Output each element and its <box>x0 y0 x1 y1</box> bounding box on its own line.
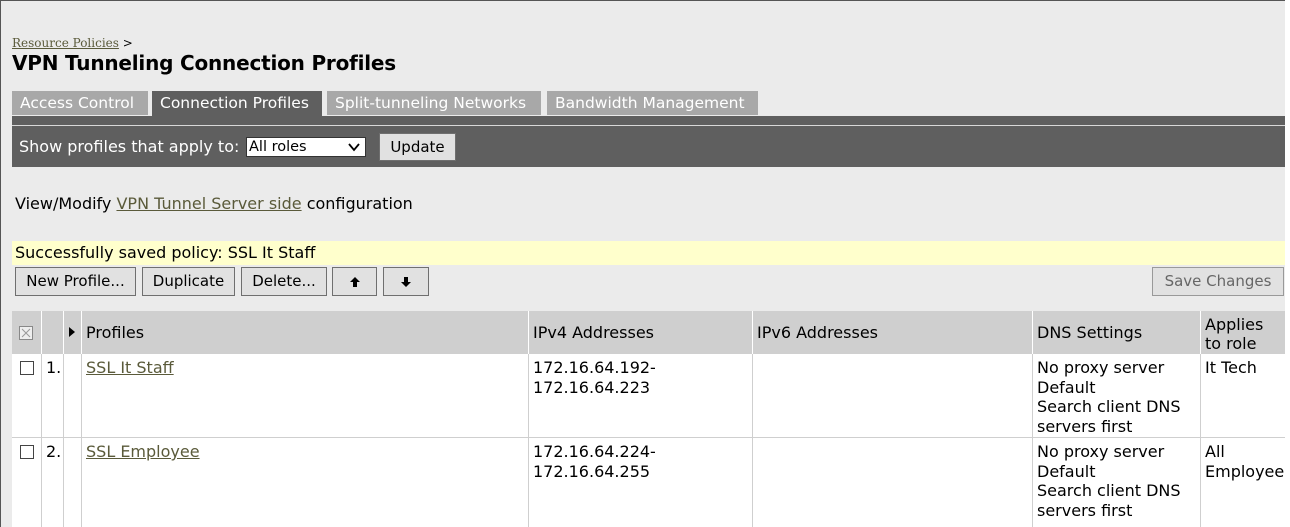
dns-proxy: No proxy server <box>1037 442 1165 461</box>
table-header: Profiles IPv4 Addresses IPv6 Addresses D… <box>12 311 1285 354</box>
ipv4-header: IPv4 Addresses <box>528 311 752 354</box>
ipv6-header: IPv6 Addresses <box>752 311 1032 354</box>
row-ipv6-cell <box>752 438 1032 527</box>
role-filter-select[interactable]: All roles <box>246 137 366 157</box>
row-checkbox[interactable] <box>20 445 34 459</box>
roles-header-line2: to role <box>1205 334 1257 353</box>
role-line1: All <box>1205 442 1225 461</box>
arrow-up-icon <box>349 274 361 292</box>
arrow-down-icon <box>400 274 412 292</box>
row-roles-cell: All Employee <box>1200 438 1285 527</box>
breadcrumb-resource-policies-link[interactable]: Resource Policies <box>12 36 119 50</box>
row-ipv4-cell: 172.16.64.192- 172.16.64.223 <box>528 354 752 437</box>
ipv4-start: 172.16.64.224- <box>533 442 656 461</box>
move-up-button[interactable] <box>332 267 377 296</box>
row-checkbox[interactable] <box>20 361 34 375</box>
update-button[interactable]: Update <box>379 133 456 161</box>
filter-label: Show profiles that apply to: <box>19 137 240 156</box>
page-right-edge <box>1285 0 1290 527</box>
table-row: 1. SSL It Staff 172.16.64.192- 172.16.64… <box>12 354 1285 438</box>
select-all-checkbox[interactable] <box>19 326 33 340</box>
new-profile-button[interactable]: New Profile... <box>15 267 136 296</box>
view-modify-prefix: View/Modify <box>15 194 112 213</box>
expand-header[interactable] <box>63 311 81 354</box>
row-roles-cell: It Tech <box>1200 354 1285 437</box>
ipv4-start: 172.16.64.192- <box>533 358 656 377</box>
row-dns-cell: No proxy server Default Search client DN… <box>1032 438 1200 527</box>
dns-mode: Default <box>1037 377 1096 397</box>
row-profile-cell: SSL Employee <box>81 438 528 527</box>
page-title: VPN Tunneling Connection Profiles <box>12 51 397 75</box>
view-modify-line: View/Modify VPN Tunnel Server side confi… <box>15 194 413 213</box>
dns-header: DNS Settings <box>1032 311 1200 354</box>
filter-bar-divider <box>12 125 1285 126</box>
dns-proxy: No proxy server <box>1037 358 1165 377</box>
profile-link[interactable]: SSL Employee <box>86 442 200 461</box>
roles-header: Applies to role <box>1200 311 1285 354</box>
row-dns-cell: No proxy server Default Search client DN… <box>1032 354 1200 437</box>
vpn-tunnel-server-side-link[interactable]: VPN Tunnel Server side <box>116 194 301 213</box>
dns-search-cont: servers first <box>1037 416 1133 436</box>
row-number: 2. <box>41 438 63 527</box>
row-checkbox-cell <box>12 354 41 437</box>
row-spacer <box>63 438 81 527</box>
profiles-table: Profiles IPv4 Addresses IPv6 Addresses D… <box>12 311 1285 527</box>
select-all-cell <box>12 311 41 354</box>
roles-header-line1: Applies <box>1205 315 1264 334</box>
row-spacer <box>63 354 81 437</box>
chevron-down-icon <box>347 140 361 159</box>
move-down-button[interactable] <box>383 267 429 296</box>
role-line1: It Tech <box>1205 358 1257 377</box>
row-checkbox-cell <box>12 438 41 527</box>
duplicate-button[interactable]: Duplicate <box>142 267 235 296</box>
triangle-right-icon <box>68 323 76 342</box>
tab-split-tunneling-networks[interactable]: Split-tunneling Networks <box>327 91 541 115</box>
row-profile-cell: SSL It Staff <box>81 354 528 437</box>
ipv4-end: 172.16.64.223 <box>533 377 651 397</box>
filter-bar: Show profiles that apply to: All roles U… <box>12 116 1285 167</box>
save-changes-button[interactable]: Save Changes <box>1152 267 1284 296</box>
profiles-header: Profiles <box>81 311 528 354</box>
dns-search: Search client DNS <box>1037 481 1181 500</box>
row-ipv6-cell <box>752 354 1032 437</box>
breadcrumb: Resource Policies > <box>12 36 133 50</box>
dns-mode: Default <box>1037 461 1096 481</box>
profile-link[interactable]: SSL It Staff <box>86 358 174 377</box>
status-message: Successfully saved policy: SSL It Staff <box>12 241 1285 265</box>
tab-connection-profiles[interactable]: Connection Profiles <box>152 91 322 116</box>
tab-access-control[interactable]: Access Control <box>12 91 148 115</box>
breadcrumb-separator: > <box>122 36 133 50</box>
dns-search-cont: servers first <box>1037 500 1133 520</box>
ipv4-end: 172.16.64.255 <box>533 461 651 481</box>
row-ipv4-cell: 172.16.64.224- 172.16.64.255 <box>528 438 752 527</box>
delete-button[interactable]: Delete... <box>241 267 327 296</box>
table-row: 2. SSL Employee 172.16.64.224- 172.16.64… <box>12 438 1285 527</box>
row-number: 1. <box>41 354 63 437</box>
view-modify-suffix: configuration <box>306 194 413 213</box>
role-line2: Employee <box>1205 461 1285 481</box>
role-filter-selected: All roles <box>249 139 307 155</box>
dns-search: Search client DNS <box>1037 397 1181 416</box>
number-header <box>41 311 63 354</box>
tab-bandwidth-management[interactable]: Bandwidth Management <box>547 91 758 115</box>
